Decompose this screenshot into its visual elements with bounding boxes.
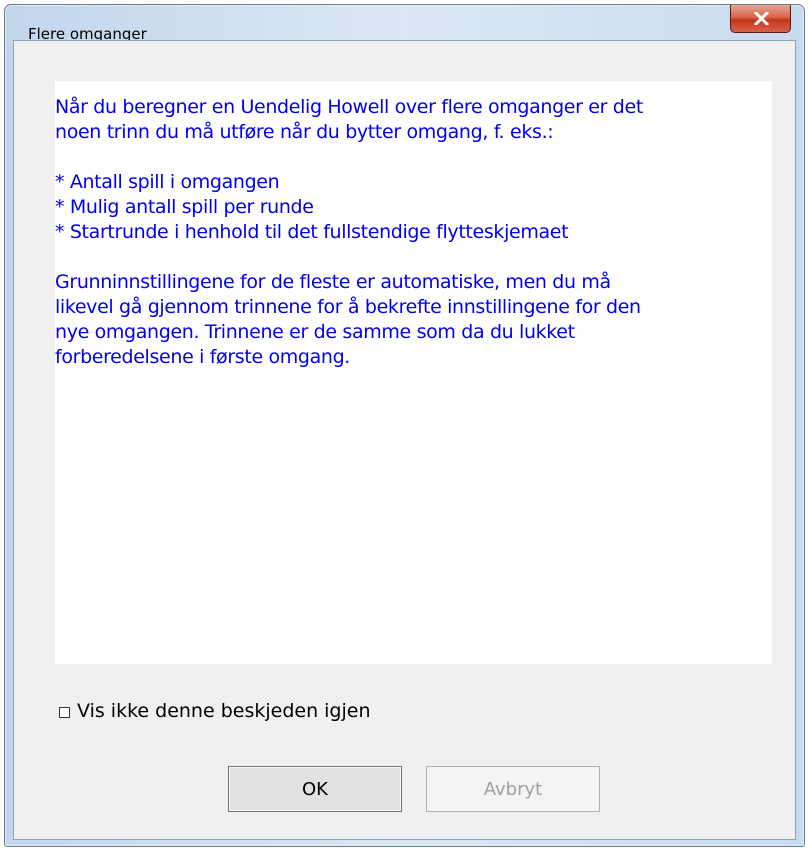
message-line: Når du beregner en Uendelig Howell over … xyxy=(55,96,643,118)
close-button[interactable] xyxy=(730,5,791,33)
dialog-window: Flere omganger Når du beregner en Uendel… xyxy=(4,4,805,847)
dont-show-again-option[interactable]: Vis ikke denne beskjeden igjen xyxy=(59,697,371,725)
message-line: Grunninnstillingene for de fleste er aut… xyxy=(55,271,611,293)
cancel-button: Avbryt xyxy=(426,766,600,812)
message-line: forberedelsene i første omgang. xyxy=(55,346,350,368)
message-line: likevel gå gjennom trinnene for å bekref… xyxy=(55,296,641,318)
message-line: noen trinn du må utføre når du bytter om… xyxy=(55,121,554,143)
ok-button[interactable]: OK xyxy=(228,766,402,812)
dont-show-again-label[interactable]: Vis ikke denne beskjeden igjen xyxy=(77,700,371,722)
message-text: Når du beregner en Uendelig Howell over … xyxy=(55,95,772,370)
message-line: nye omgangen. Trinnene er de samme som d… xyxy=(55,321,575,343)
close-icon xyxy=(754,12,769,25)
message-line: * Antall spill i omgangen xyxy=(55,171,280,193)
message-line: * Startrunde i henhold til det fullstend… xyxy=(55,221,569,243)
message-line: * Mulig antall spill per runde xyxy=(55,196,314,218)
dialog-client-area: Når du beregner en Uendelig Howell over … xyxy=(13,40,796,840)
message-panel: Når du beregner en Uendelig Howell over … xyxy=(55,81,772,664)
dont-show-again-checkbox[interactable] xyxy=(59,706,70,718)
